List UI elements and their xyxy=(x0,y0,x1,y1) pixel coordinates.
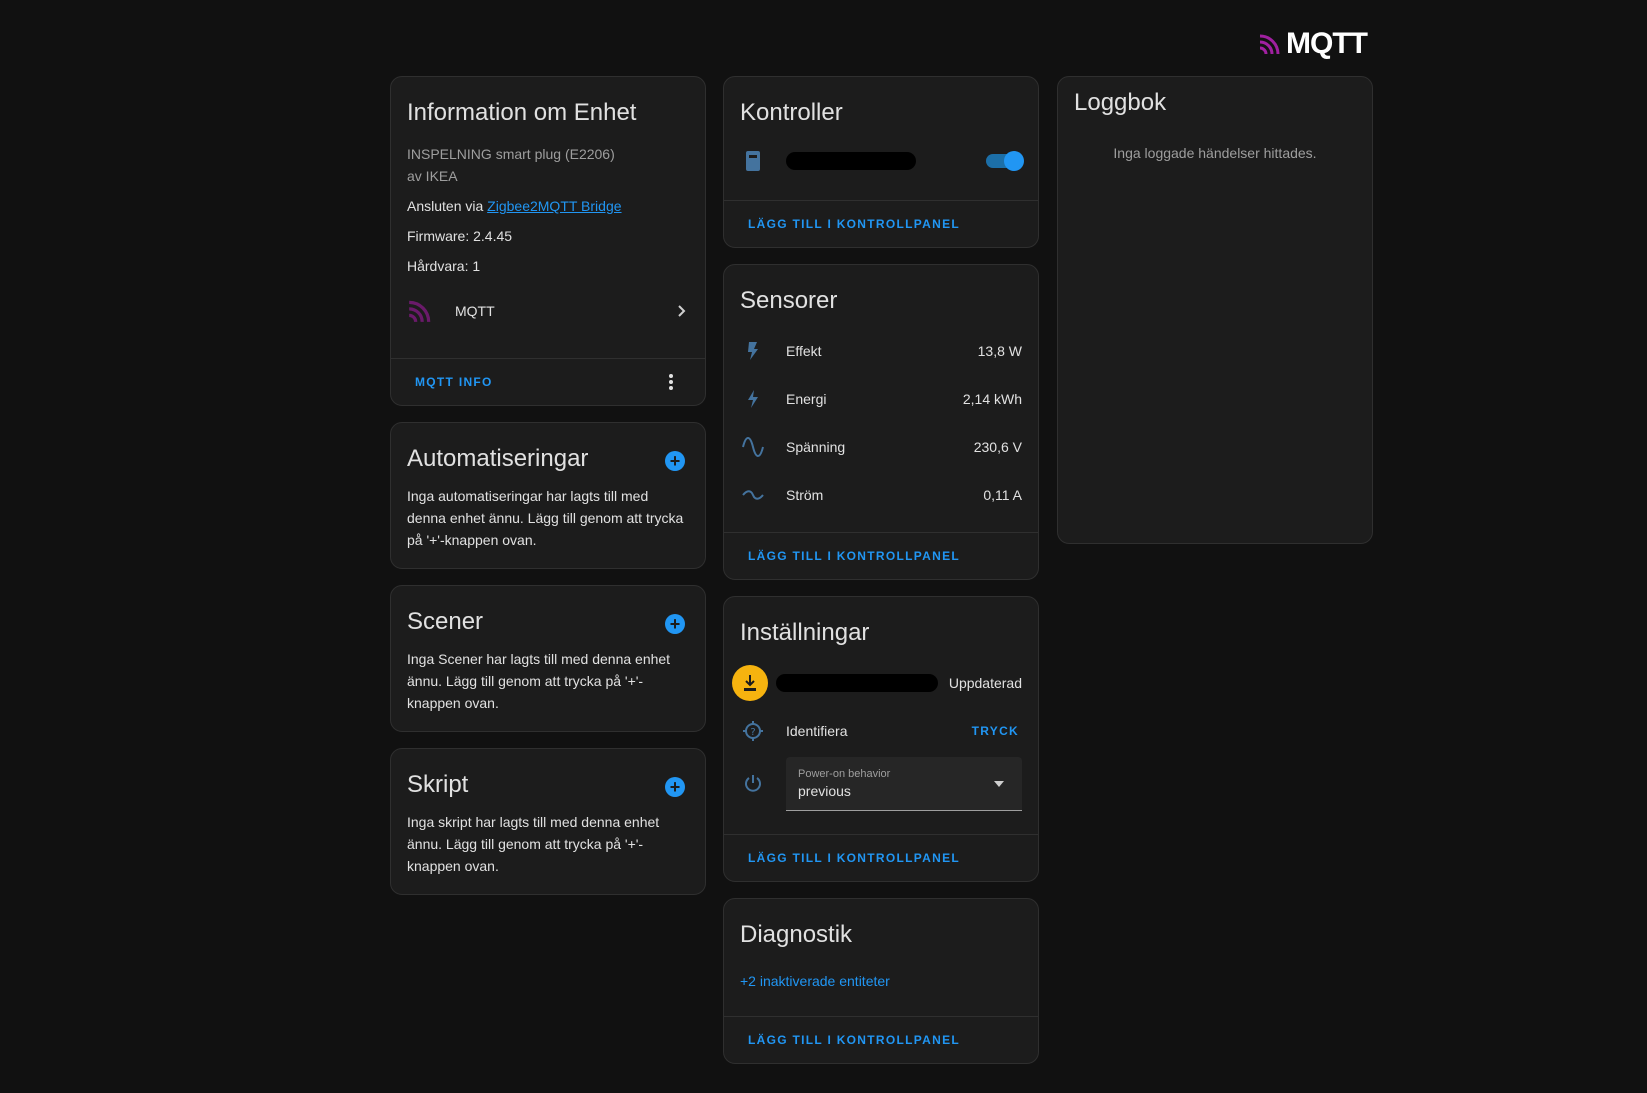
add-to-dashboard-button[interactable]: LÄGG TILL I KONTROLLPANEL xyxy=(748,549,960,563)
sensor-value: 0,11 A xyxy=(983,487,1022,503)
svg-text:?: ? xyxy=(750,727,755,738)
scripts-title: Skript xyxy=(407,771,469,798)
device-info-actions: MQTT INFO xyxy=(391,358,705,405)
power-icon xyxy=(740,773,766,795)
device-info-title: Information om Enhet xyxy=(407,99,637,126)
diagnostics-card: Diagnostik +2 inaktiverade entiteter LÄG… xyxy=(723,898,1039,1064)
sensors-title: Sensorer xyxy=(740,287,838,314)
power-on-select[interactable]: Power-on behavior previous xyxy=(786,757,1022,811)
flash-icon xyxy=(740,341,766,361)
add-script-button[interactable]: + xyxy=(665,777,685,797)
sensor-row[interactable]: Effekt 13,8 W xyxy=(724,327,1038,375)
identify-press-button[interactable]: TRYCK xyxy=(972,724,1019,738)
more-vert-icon[interactable] xyxy=(661,372,681,392)
column-right: Loggbok Inga loggade händelser hittades. xyxy=(1057,76,1373,560)
mqtt-logo: MQTT xyxy=(1258,27,1370,60)
disabled-entities-link[interactable]: +2 inaktiverade entiteter xyxy=(740,973,890,989)
device-manufacturer: av IKEA xyxy=(407,168,458,184)
settings-actions: LÄGG TILL I KONTROLLPANEL xyxy=(724,834,1038,881)
plus-icon: + xyxy=(669,451,681,471)
device-model: INSPELNING smart plug (E2206) xyxy=(407,146,615,162)
logbook-title: Loggbok xyxy=(1074,89,1167,116)
sensor-name: Effekt xyxy=(786,343,822,359)
switch-knob xyxy=(1004,151,1024,171)
settings-card: Inställningar Uppdaterad ? Identifiera T… xyxy=(723,596,1039,882)
diagnostics-actions: LÄGG TILL I KONTROLLPANEL xyxy=(724,1016,1038,1063)
sensors-actions: LÄGG TILL I KONTROLLPANEL xyxy=(724,532,1038,579)
mqtt-update-icon xyxy=(732,665,768,701)
redacted-entity-name xyxy=(786,152,916,170)
sensor-name: Ström xyxy=(786,487,824,503)
sensor-row[interactable]: Ström 0,11 A xyxy=(724,471,1038,519)
sensor-value: 230,6 V xyxy=(973,439,1022,455)
dropdown-arrow-icon xyxy=(994,781,1004,787)
mqtt-info-button[interactable]: MQTT INFO xyxy=(415,375,493,389)
add-scene-button[interactable]: + xyxy=(665,614,685,634)
sensor-name: Spänning xyxy=(786,439,846,455)
identify-row: ? Identifiera TRYCK xyxy=(724,707,1038,755)
mqtt-integration-icon xyxy=(408,300,431,323)
controls-title: Kontroller xyxy=(740,99,843,126)
connected-via: Ansluten via Zigbee2MQTT Bridge xyxy=(407,195,689,217)
sensor-row[interactable]: Energi 2,14 kWh xyxy=(724,375,1038,423)
sensors-card: Sensorer Effekt 13,8 W Energi 2,14 kWh S… xyxy=(723,264,1039,580)
integration-row[interactable]: MQTT xyxy=(391,287,705,335)
chevron-right-icon xyxy=(678,305,686,317)
automations-text: Inga automatiseringar har lagts till med… xyxy=(407,488,684,548)
automations-title: Automatiseringar xyxy=(407,445,589,472)
automations-card: Automatiseringar + Inga automatiseringar… xyxy=(390,422,706,569)
crosshairs-question-icon: ? xyxy=(740,720,766,742)
select-value: previous xyxy=(798,783,851,799)
power-on-row: Power-on behavior previous xyxy=(724,755,1038,813)
switch-toggle[interactable] xyxy=(986,151,1024,171)
scenes-text: Inga Scener har lagts till med denna enh… xyxy=(407,651,671,711)
add-to-dashboard-button[interactable]: LÄGG TILL I KONTROLLPANEL xyxy=(748,1033,960,1047)
lightning-icon xyxy=(740,389,766,409)
power-socket-icon xyxy=(740,150,766,172)
logbook-empty-text: Inga loggade händelser hittades. xyxy=(1113,145,1317,161)
scripts-text: Inga skript har lagts till med denna enh… xyxy=(407,814,660,874)
controls-actions: LÄGG TILL I KONTROLLPANEL xyxy=(724,200,1038,247)
scripts-card: Skript + Inga skript har lagts till med … xyxy=(390,748,706,895)
select-label: Power-on behavior xyxy=(798,768,891,780)
integration-label: MQTT xyxy=(455,303,495,319)
firmware-text: Firmware: 2.4.45 xyxy=(407,228,513,244)
logo-text: MQTT xyxy=(1286,27,1368,60)
diagnostics-title: Diagnostik xyxy=(740,921,853,948)
update-status: Uppdaterad xyxy=(948,675,1022,691)
settings-title: Inställningar xyxy=(740,619,870,646)
plus-icon: + xyxy=(669,614,681,634)
sine-wave-icon xyxy=(740,437,766,457)
controls-card: Kontroller LÄGG TILL I KONTROLLPANEL xyxy=(723,76,1039,248)
connected-prefix: Ansluten via xyxy=(407,198,488,214)
update-row[interactable]: Uppdaterad xyxy=(724,659,1038,707)
add-to-dashboard-button[interactable]: LÄGG TILL I KONTROLLPANEL xyxy=(748,851,960,865)
sensor-value: 2,14 kWh xyxy=(962,391,1022,407)
sensor-row[interactable]: Spänning 230,6 V xyxy=(724,423,1038,471)
control-row[interactable] xyxy=(724,137,1038,185)
add-automation-button[interactable]: + xyxy=(665,451,685,471)
column-left: Information om Enhet INSPELNING smart pl… xyxy=(390,76,706,911)
bridge-link[interactable]: Zigbee2MQTT Bridge xyxy=(487,198,621,214)
redacted-update-name xyxy=(776,674,938,692)
identify-label: Identifiera xyxy=(786,723,848,739)
sensor-name: Energi xyxy=(786,391,827,407)
column-middle: Kontroller LÄGG TILL I KONTROLLPANEL Sen… xyxy=(723,76,1039,1080)
logbook-card: Loggbok Inga loggade händelser hittades. xyxy=(1057,76,1373,544)
hardware-text: Hårdvara: 1 xyxy=(407,258,481,274)
mqtt-logo-icon xyxy=(1259,34,1280,55)
sensor-value: 13,8 W xyxy=(977,343,1022,359)
add-to-dashboard-button[interactable]: LÄGG TILL I KONTROLLPANEL xyxy=(748,217,960,231)
plus-icon: + xyxy=(669,777,681,797)
scenes-card: Scener + Inga Scener har lagts till med … xyxy=(390,585,706,732)
scenes-title: Scener xyxy=(407,608,484,635)
sensor-list: Effekt 13,8 W Energi 2,14 kWh Spänning 2… xyxy=(724,327,1038,519)
device-info-card: Information om Enhet INSPELNING smart pl… xyxy=(390,76,706,406)
current-ac-icon xyxy=(740,489,766,501)
